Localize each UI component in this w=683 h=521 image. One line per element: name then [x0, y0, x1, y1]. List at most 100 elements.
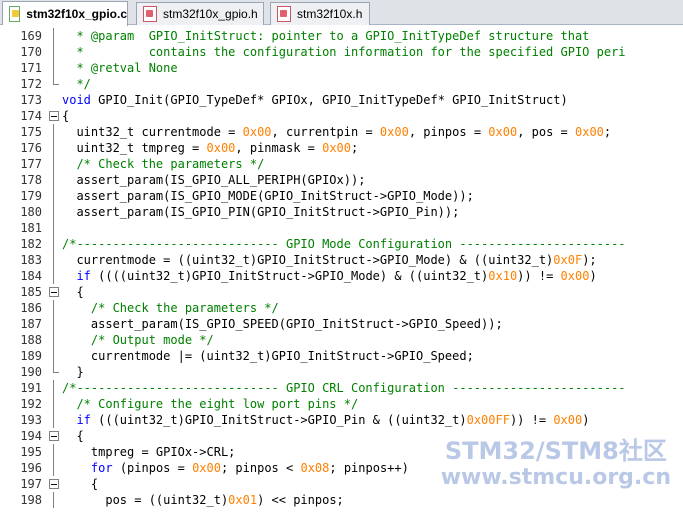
- fold-guide: [48, 220, 60, 236]
- code-text: * @retval None: [62, 61, 178, 75]
- h-file-icon: [143, 6, 157, 22]
- fold-guide: [48, 444, 60, 460]
- code-line: 178 assert_param(IS_GPIO_ALL_PERIPH(GPIO…: [0, 172, 683, 188]
- tab-label: stm32f10x_gpio.h: [163, 7, 258, 21]
- code-line: 176 uint32_t tmpreg = 0x00, pinmask = 0x…: [0, 140, 683, 156]
- code-line: 187 assert_param(IS_GPIO_SPEED(GPIO_Init…: [0, 316, 683, 332]
- code-line: 192 /* Configure the eight low port pins…: [0, 396, 683, 412]
- code-line: 198 pos = ((uint32_t)0x01) << pinpos;: [0, 492, 683, 508]
- code-line: 177 /* Check the parameters */: [0, 156, 683, 172]
- code-text: */: [62, 77, 91, 91]
- line-number: 192: [20, 397, 42, 411]
- line-number: 195: [20, 445, 42, 459]
- line-number: 169: [20, 29, 42, 43]
- line-number: 179: [20, 189, 42, 203]
- fold-guide: [48, 460, 60, 476]
- code-text: if ((((uint32_t)GPIO_InitStruct->GPIO_Mo…: [76, 269, 597, 283]
- line-number: 171: [20, 61, 42, 75]
- line-number: 186: [20, 301, 42, 315]
- fold-collapse-icon[interactable]: [48, 108, 60, 124]
- fold-guide: [48, 332, 60, 348]
- code-text: {: [62, 477, 99, 491]
- code-line: 173 void GPIO_Init(GPIO_TypeDef* GPIOx, G…: [0, 92, 683, 108]
- code-line: 170 * contains the configuration informa…: [0, 44, 683, 60]
- code-text: assert_param(IS_GPIO_ALL_PERIPH(GPIOx));: [62, 173, 366, 187]
- tab-stm32f10x-gpio-h[interactable]: stm32f10x_gpio.h: [136, 2, 264, 25]
- tab-bar: stm32f10x_gpio.c stm32f10x_gpio.h stm32f…: [0, 0, 683, 26]
- code-text: uint32_t tmpreg = 0x00, pinmask = 0x00;: [62, 141, 359, 155]
- code-line: 188 /* Output mode */: [0, 332, 683, 348]
- fold-end-icon: [48, 364, 60, 380]
- line-number: 197: [20, 477, 42, 491]
- fold-guide: [48, 60, 60, 76]
- line-number: 183: [20, 253, 42, 267]
- tab-stm32f10x-gpio-c[interactable]: stm32f10x_gpio.c: [2, 1, 128, 26]
- code-text: void GPIO_Init(GPIO_TypeDef* GPIOx, GPIO…: [62, 93, 568, 107]
- code-line: 172 */: [0, 76, 683, 92]
- code-line: 186 /* Check the parameters */: [0, 300, 683, 316]
- line-number: 175: [20, 125, 42, 139]
- fold-guide: [48, 188, 60, 204]
- line-number: 170: [20, 45, 42, 59]
- code-text: /* Output mode */: [62, 333, 214, 347]
- watermark: STM32/STM8社区 www.stmcu.org.cn: [441, 437, 671, 491]
- line-number: 188: [20, 333, 42, 347]
- fold-collapse-icon[interactable]: [48, 284, 60, 300]
- line-number: 182: [20, 237, 42, 251]
- line-number: 198: [20, 493, 42, 507]
- line-number: 193: [20, 413, 42, 427]
- code-line: 179 assert_param(IS_GPIO_MODE(GPIO_InitS…: [0, 188, 683, 204]
- code-line: 185 {: [0, 284, 683, 300]
- fold-end-icon: [48, 76, 60, 92]
- fold-guide: [48, 140, 60, 156]
- code-line: 175 uint32_t currentmode = 0x00, current…: [0, 124, 683, 140]
- tab-label: stm32f10x.h: [297, 7, 363, 21]
- fold-guide: [48, 268, 60, 284]
- fold-guide: [48, 44, 60, 60]
- code-line: 189 currentmode |= (uint32_t)GPIO_InitSt…: [0, 348, 683, 364]
- code-line: 193 if (((uint32_t)GPIO_InitStruct->GPIO…: [0, 412, 683, 428]
- watermark-line2: www.stmcu.org.cn: [440, 465, 671, 490]
- fold-guide: [48, 156, 60, 172]
- fold-guide: [48, 300, 60, 316]
- line-number: 189: [20, 349, 42, 363]
- line-number: 180: [20, 205, 42, 219]
- code-text: for (pinpos = 0x00; pinpos < 0x08; pinpo…: [90, 461, 409, 475]
- tab-stm32f10x-h[interactable]: stm32f10x.h: [270, 2, 370, 25]
- code-text: /*---------------------------- GPIO CRL …: [62, 381, 626, 395]
- code-line: 191 /*---------------------------- GPIO C…: [0, 380, 683, 396]
- line-number: 174: [20, 109, 42, 123]
- fold-collapse-icon[interactable]: [48, 428, 60, 444]
- code-line: 190 }: [0, 364, 683, 380]
- code-text: assert_param(IS_GPIO_PIN(GPIO_InitStruct…: [62, 205, 460, 219]
- code-text: {: [62, 429, 84, 443]
- code-line: 171 * @retval None: [0, 60, 683, 76]
- watermark-line1: STM32/STM8社区: [444, 437, 667, 465]
- fold-guide: [48, 236, 60, 252]
- line-number: 191: [20, 381, 42, 395]
- line-number: 184: [20, 269, 42, 283]
- code-text: /* Configure the eight low port pins */: [62, 397, 359, 411]
- fold-guide: [48, 412, 60, 428]
- code-text: if (((uint32_t)GPIO_InitStruct->GPIO_Pin…: [76, 413, 590, 427]
- fold-guide: [48, 396, 60, 412]
- code-text: pos = ((uint32_t)0x01) << pinpos;: [62, 493, 344, 507]
- code-line: 182 /*---------------------------- GPIO M…: [0, 236, 683, 252]
- code-text: uint32_t currentmode = 0x00, currentpin …: [62, 125, 612, 139]
- code-text: * contains the configuration information…: [62, 45, 626, 59]
- code-text: currentmode = ((uint32_t)GPIO_InitStruct…: [62, 253, 597, 267]
- line-number: 181: [20, 221, 42, 235]
- h-file-icon: [277, 6, 291, 22]
- line-number: 176: [20, 141, 42, 155]
- fold-guide: [48, 316, 60, 332]
- line-number: 187: [20, 317, 42, 331]
- code-text: * @param GPIO_InitStruct: pointer to a G…: [62, 29, 590, 43]
- fold-guide: [48, 492, 60, 508]
- code-text: tmpreg = GPIOx->CRL;: [62, 445, 236, 459]
- line-number: 190: [20, 365, 42, 379]
- line-number: 196: [20, 461, 42, 475]
- code-line: 180 assert_param(IS_GPIO_PIN(GPIO_InitSt…: [0, 204, 683, 220]
- fold-collapse-icon[interactable]: [48, 476, 60, 492]
- tab-label: stm32f10x_gpio.c: [26, 7, 127, 21]
- line-number: 178: [20, 173, 42, 187]
